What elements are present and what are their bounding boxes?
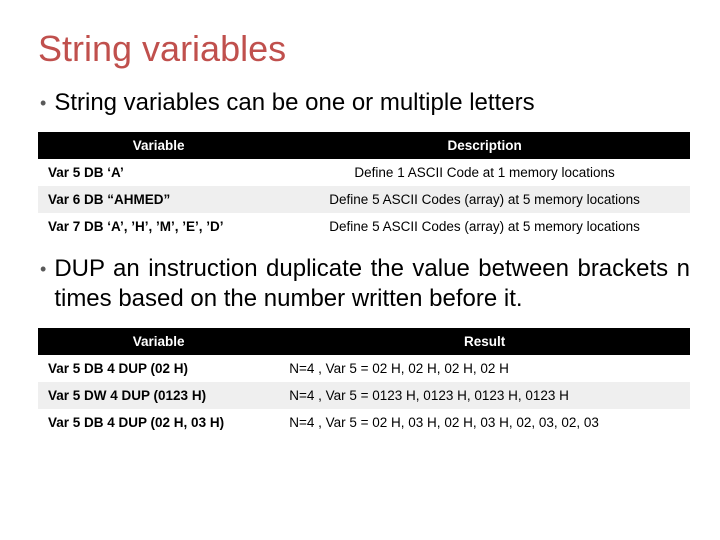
table-header-variable: Variable bbox=[38, 132, 279, 159]
bullet-dot-icon: • bbox=[40, 88, 46, 118]
table-cell-result: N=4 , Var 5 = 02 H, 03 H, 02 H, 03 H, 02… bbox=[279, 409, 690, 436]
table-cell-variable: Var 5 DW 4 DUP (0123 H) bbox=[38, 382, 279, 409]
table-header-result: Result bbox=[279, 328, 690, 355]
bullet-dot-icon: • bbox=[40, 254, 46, 284]
table-header-row: Variable Result bbox=[38, 328, 690, 355]
table-cell-result: N=4 , Var 5 = 02 H, 02 H, 02 H, 02 H bbox=[279, 355, 690, 382]
table-row: Var 5 DB 4 DUP (02 H) N=4 , Var 5 = 02 H… bbox=[38, 355, 690, 382]
table-header-row: Variable Description bbox=[38, 132, 690, 159]
table-cell-variable: Var 6 DB “AHMED” bbox=[38, 186, 279, 213]
table-cell-variable: Var 5 DB 4 DUP (02 H) bbox=[38, 355, 279, 382]
table-cell-variable: Var 5 DB ‘A’ bbox=[38, 159, 279, 186]
bullet-1-rest: variables can be one or multiple letters bbox=[117, 89, 535, 116]
slide-title: String variables bbox=[38, 28, 690, 70]
table-cell-variable: Var 5 DB 4 DUP (02 H, 03 H) bbox=[38, 409, 279, 436]
table-cell-result: N=4 , Var 5 = 0123 H, 0123 H, 0123 H, 01… bbox=[279, 382, 690, 409]
table-header-description: Description bbox=[279, 132, 690, 159]
table-cell-variable: Var 7 DB ‘A’, ’H’, ’M’, ’E’, ’D’ bbox=[38, 213, 279, 240]
table-row: Var 5 DB ‘A’ Define 1 ASCII Code at 1 me… bbox=[38, 159, 690, 186]
table-row: Var 7 DB ‘A’, ’H’, ’M’, ’E’, ’D’ Define … bbox=[38, 213, 690, 240]
table-variable-result: Variable Result Var 5 DB 4 DUP (02 H) N=… bbox=[38, 328, 690, 436]
bullet-2-rest: an instruction duplicate the value betwe… bbox=[54, 255, 690, 312]
table-cell-description: Define 5 ASCII Codes (array) at 5 memory… bbox=[279, 186, 690, 213]
table-row: Var 6 DB “AHMED” Define 5 ASCII Codes (a… bbox=[38, 186, 690, 213]
table-header-variable: Variable bbox=[38, 328, 279, 355]
table-row: Var 5 DB 4 DUP (02 H, 03 H) N=4 , Var 5 … bbox=[38, 409, 690, 436]
table-cell-description: Define 5 ASCII Codes (array) at 5 memory… bbox=[279, 213, 690, 240]
table-cell-description: Define 1 ASCII Code at 1 memory location… bbox=[279, 159, 690, 186]
bullet-2: • DUP an instruction duplicate the value… bbox=[40, 254, 690, 314]
bullet-1-text: String variables can be one or multiple … bbox=[54, 88, 534, 118]
bullet-1: • String variables can be one or multipl… bbox=[40, 88, 690, 118]
bullet-2-prefix: DUP bbox=[54, 255, 104, 282]
slide: String variables • String variables can … bbox=[0, 0, 720, 436]
bullet-2-text: DUP an instruction duplicate the value b… bbox=[54, 254, 690, 314]
table-variable-description: Variable Description Var 5 DB ‘A’ Define… bbox=[38, 132, 690, 240]
table-row: Var 5 DW 4 DUP (0123 H) N=4 , Var 5 = 01… bbox=[38, 382, 690, 409]
bullet-1-prefix: String bbox=[54, 89, 117, 116]
